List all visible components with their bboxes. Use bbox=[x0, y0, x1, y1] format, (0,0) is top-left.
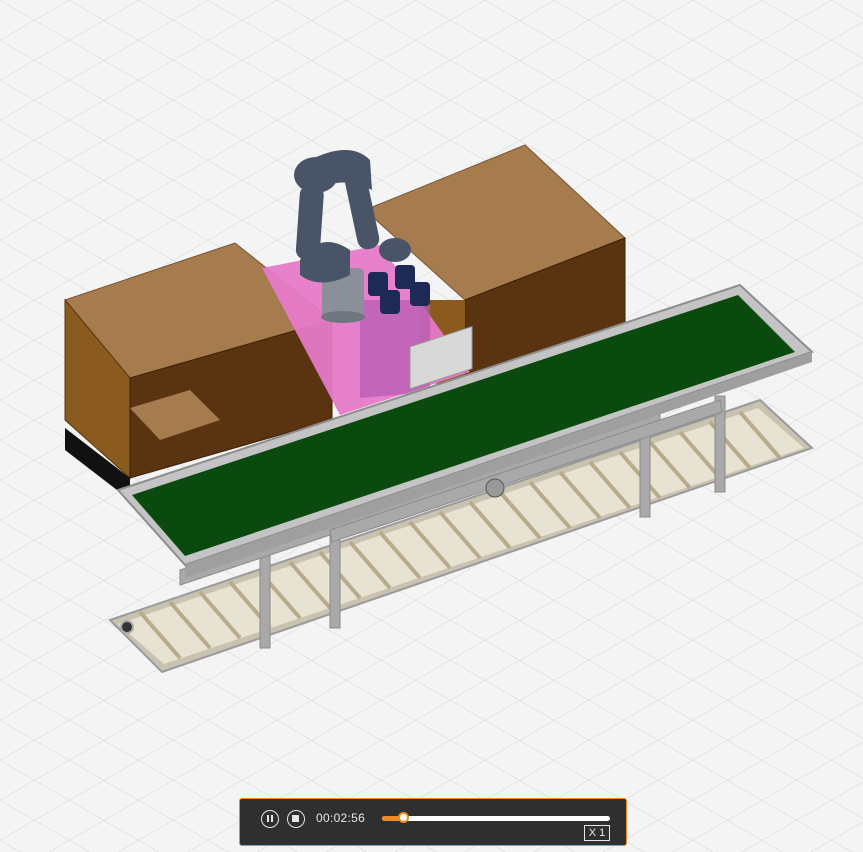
3d-viewport[interactable] bbox=[0, 0, 863, 852]
stop-button[interactable] bbox=[287, 810, 305, 828]
time-readout: 00:02:56 bbox=[316, 811, 366, 825]
pause-button[interactable] bbox=[261, 810, 279, 828]
progress-slider[interactable] bbox=[382, 812, 610, 823]
sensor-icon bbox=[120, 620, 134, 634]
motor-icon bbox=[485, 478, 505, 498]
progress-thumb[interactable] bbox=[397, 812, 409, 823]
playback-bar: 00:02:56 X 1 bbox=[239, 798, 627, 846]
speed-button[interactable]: X 1 bbox=[584, 825, 610, 841]
